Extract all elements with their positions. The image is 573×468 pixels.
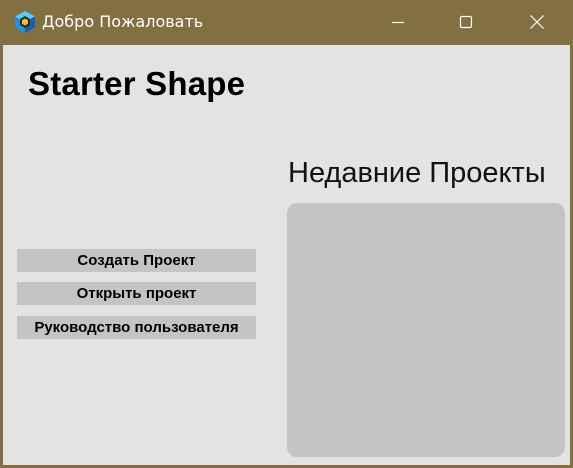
close-button[interactable] <box>513 0 561 45</box>
create-project-button[interactable]: Создать Проект <box>17 249 256 272</box>
app-name-heading: Starter Shape <box>28 65 246 102</box>
minimize-icon <box>392 21 404 24</box>
recent-projects-list[interactable] <box>287 203 565 457</box>
app-window: Добро Пожаловать Starter Shape Создать П… <box>0 0 573 468</box>
window-title: Добро Пожаловать <box>42 12 204 31</box>
recent-projects-heading: Недавние Проекты <box>288 157 546 189</box>
user-guide-button[interactable]: Руководство пользователя <box>17 316 256 339</box>
open-project-button[interactable]: Открыть проект <box>17 282 256 305</box>
close-icon <box>530 15 544 29</box>
minimize-button[interactable] <box>374 0 422 45</box>
app-logo-icon <box>14 10 36 34</box>
maximize-button[interactable] <box>442 0 490 45</box>
main-content: Starter Shape Создать Проект Открыть про… <box>3 45 570 465</box>
maximize-icon <box>459 15 473 29</box>
title-bar[interactable]: Добро Пожаловать <box>0 0 573 45</box>
